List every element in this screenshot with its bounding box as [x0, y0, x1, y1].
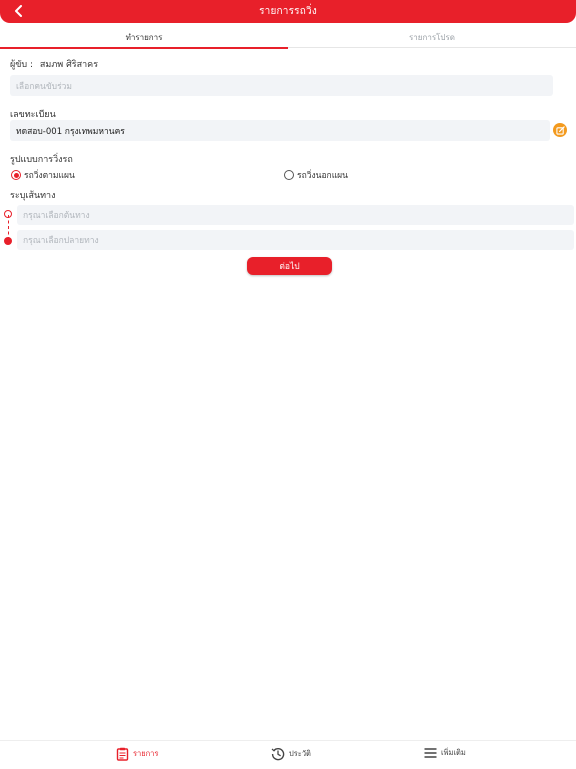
origin-input[interactable]: กรุณาเลือกต้นทาง: [17, 205, 574, 225]
registration-label: เลขทะเบียน: [10, 110, 56, 120]
tab-bar: ทำรายการ รายการโปรด: [0, 28, 576, 49]
co-driver-placeholder: เลือกคนขับร่วม: [16, 81, 73, 92]
nav-item-more[interactable]: เพิ่มเติม: [424, 747, 466, 759]
next-button[interactable]: ต่อไป: [247, 257, 332, 275]
co-driver-select[interactable]: เลือกคนขับร่วม: [10, 75, 553, 96]
clipboard-icon: [116, 747, 129, 761]
driver-row: ผู้ขับ : สมภพ ศิริสาคร: [10, 57, 98, 71]
destination-input[interactable]: กรุณาเลือกปลายทาง: [17, 230, 574, 250]
nav-list-label: รายการ: [133, 749, 159, 758]
radio-planned[interactable]: รถวิ่งตามแผน: [11, 168, 75, 182]
origin-placeholder: กรุณาเลือกต้นทาง: [23, 211, 90, 221]
registration-field[interactable]: ทดสอบ-001 กรุงเทพมหานคร: [10, 120, 550, 141]
registration-value: ทดสอบ-001 กรุงเทพมหานคร: [16, 126, 125, 137]
tab-favorites[interactable]: รายการโปรด: [288, 28, 576, 48]
nav-more-label: เพิ่มเติม: [441, 748, 466, 757]
radio-unplanned[interactable]: รถวิ่งนอกแผน: [284, 168, 348, 182]
history-icon: [271, 748, 285, 761]
menu-icon: [424, 748, 437, 758]
nav-item-list[interactable]: รายการ: [116, 747, 158, 761]
app-header: รายการรถวิ่ง: [0, 0, 576, 23]
tab-make-list[interactable]: ทำรายการ: [0, 28, 288, 49]
driver-name: สมภพ ศิริสาคร: [39, 60, 99, 70]
edit-icon: [555, 125, 565, 135]
run-type-label: รูปแบบการวิ่งรถ: [10, 155, 73, 165]
radio-planned-label: รถวิ่งตามแผน: [24, 171, 75, 181]
destination-marker-icon: [4, 237, 12, 245]
driver-label: ผู้ขับ :: [10, 60, 34, 70]
nav-history-label: ประวัติ: [289, 749, 311, 758]
nav-item-history[interactable]: ประวัติ: [271, 747, 311, 761]
edit-registration-button[interactable]: [553, 123, 567, 137]
destination-placeholder: กรุณาเลือกปลายทาง: [23, 236, 99, 246]
bottom-nav: รายการ ประวัติ เพิ่มเติม: [0, 740, 576, 769]
radio-unplanned-label: รถวิ่งนอกแผน: [297, 171, 348, 181]
radio-unplanned-indicator[interactable]: [284, 170, 294, 180]
route-label: ระบุเส้นทาง: [10, 191, 56, 201]
page-title: รายการรถวิ่ง: [259, 6, 317, 17]
radio-planned-indicator[interactable]: [11, 170, 21, 180]
